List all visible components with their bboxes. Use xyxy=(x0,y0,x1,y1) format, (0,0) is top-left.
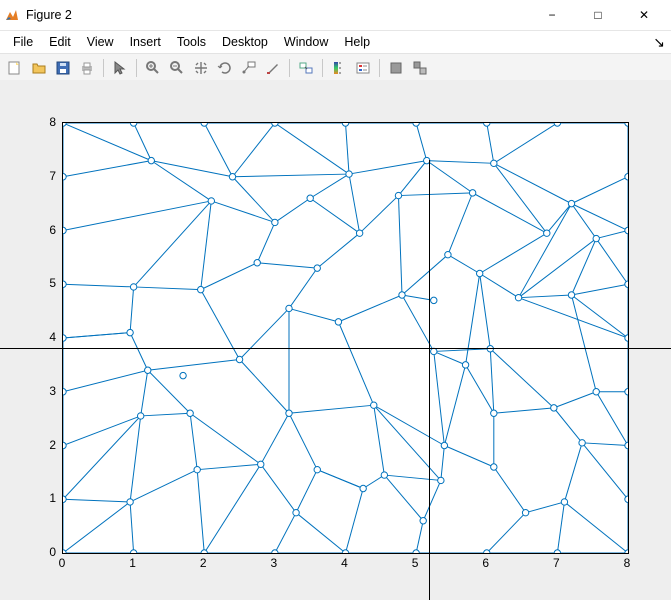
pan-icon[interactable] xyxy=(190,57,212,79)
menu-edit[interactable]: Edit xyxy=(42,33,78,51)
title-bar[interactable]: Figure 2 − □ ✕ xyxy=(0,0,671,31)
mesh-plot xyxy=(63,123,628,553)
link-icon[interactable] xyxy=(295,57,317,79)
y-tick-label: 8 xyxy=(42,115,56,129)
menubar-overflow-icon[interactable]: ↘ xyxy=(653,34,665,51)
data-cursor-icon[interactable] xyxy=(238,57,260,79)
save-icon[interactable] xyxy=(52,57,74,79)
toolbar-separator xyxy=(289,59,290,77)
axes[interactable] xyxy=(62,122,629,554)
window-title: Figure 2 xyxy=(26,8,72,22)
menu-help[interactable]: Help xyxy=(337,33,377,51)
toolbar-separator xyxy=(136,59,137,77)
close-button[interactable]: ✕ xyxy=(621,0,667,30)
figure-window: Figure 2 − □ ✕ File Edit View Insert Too… xyxy=(0,0,671,600)
minimize-button[interactable]: − xyxy=(529,0,575,30)
y-tick-label: 1 xyxy=(42,491,56,505)
new-figure-icon[interactable] xyxy=(4,57,26,79)
zoom-in-icon[interactable] xyxy=(142,57,164,79)
menu-desktop[interactable]: Desktop xyxy=(215,33,275,51)
y-tick-label: 5 xyxy=(42,276,56,290)
menu-window[interactable]: Window xyxy=(277,33,335,51)
y-tick-label: 7 xyxy=(42,169,56,183)
y-tick-label: 6 xyxy=(42,223,56,237)
maximize-button[interactable]: □ xyxy=(575,0,621,30)
figure-area[interactable]: 0 1 2 3 4 5 6 7 8 0 1 2 3 4 5 6 7 8 xyxy=(0,80,671,600)
toolbar-separator xyxy=(379,59,380,77)
y-tick-label: 0 xyxy=(42,545,56,559)
x-tick-label: 4 xyxy=(341,556,348,570)
x-tick-label: 5 xyxy=(412,556,419,570)
x-tick-label: 2 xyxy=(200,556,207,570)
pointer-icon[interactable] xyxy=(109,57,131,79)
colorbar-icon[interactable] xyxy=(328,57,350,79)
toolbar-separator xyxy=(322,59,323,77)
x-tick-label: 7 xyxy=(553,556,560,570)
legend-icon[interactable] xyxy=(352,57,374,79)
show-tools-icon[interactable] xyxy=(409,57,431,79)
y-tick-label: 2 xyxy=(42,438,56,452)
y-tick-label: 4 xyxy=(42,330,56,344)
open-icon[interactable] xyxy=(28,57,50,79)
matlab-logo-icon xyxy=(4,7,20,23)
x-tick-label: 1 xyxy=(129,556,136,570)
toolbar-separator xyxy=(103,59,104,77)
menu-bar: File Edit View Insert Tools Desktop Wind… xyxy=(0,31,671,54)
toolbar xyxy=(0,54,671,83)
x-tick-label: 3 xyxy=(271,556,278,570)
x-tick-label: 6 xyxy=(482,556,489,570)
menu-view[interactable]: View xyxy=(80,33,121,51)
rotate-icon[interactable] xyxy=(214,57,236,79)
print-icon[interactable] xyxy=(76,57,98,79)
crosshair-vertical xyxy=(429,160,430,600)
x-tick-label: 0 xyxy=(59,556,66,570)
crosshair-horizontal xyxy=(0,348,671,349)
x-tick-label: 8 xyxy=(624,556,631,570)
hide-tools-icon[interactable] xyxy=(385,57,407,79)
menu-tools[interactable]: Tools xyxy=(170,33,213,51)
menu-insert[interactable]: Insert xyxy=(123,33,168,51)
brush-icon[interactable] xyxy=(262,57,284,79)
menu-file[interactable]: File xyxy=(6,33,40,51)
zoom-out-icon[interactable] xyxy=(166,57,188,79)
y-tick-label: 3 xyxy=(42,384,56,398)
